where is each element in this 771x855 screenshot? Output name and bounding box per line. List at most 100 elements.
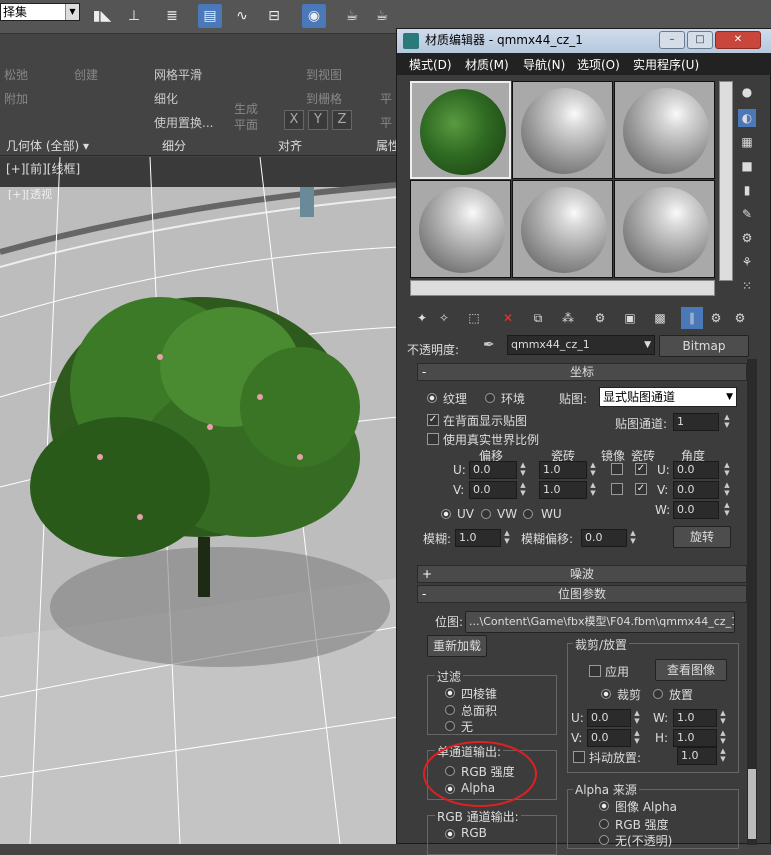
texture-radio[interactable] (427, 393, 437, 403)
material-editor-titlebar[interactable]: 材质编辑器 - qmmx44_cz_1 – □ ✕ (397, 29, 771, 53)
sample-slot-2[interactable] (512, 81, 613, 179)
make-unique-icon[interactable]: ⁂ (557, 307, 579, 329)
crop-w-spinner[interactable]: ▲ ▼ (717, 709, 729, 727)
tessellate-button[interactable]: 细化 (154, 90, 178, 107)
close-button[interactable]: ✕ (715, 31, 761, 49)
v-mirror-checkbox[interactable] (611, 483, 623, 495)
rgb-intensity-source-radio[interactable] (599, 819, 609, 829)
viewport-label[interactable]: [+][前][线框] (6, 160, 80, 177)
crop-u-field[interactable]: 0.0 (587, 709, 631, 727)
summed-area-radio[interactable] (445, 705, 455, 715)
minimize-button[interactable]: – (659, 31, 685, 49)
go-forward-sibling-icon[interactable]: ⚙ (729, 307, 751, 329)
jitter-field[interactable]: 1.0 (677, 747, 717, 765)
use-displacement-button[interactable]: 使用置换... (154, 114, 213, 131)
menu-options[interactable]: 选项(O) (577, 56, 620, 73)
view-image-button[interactable]: 查看图像 (655, 659, 727, 681)
no-filter-radio[interactable] (445, 721, 455, 731)
real-world-checkbox[interactable] (427, 433, 439, 445)
params-scrollbar[interactable] (747, 359, 757, 845)
menu-mode[interactable]: 模式(D) (409, 56, 452, 73)
assign-to-selection-icon[interactable]: ⬚ (463, 307, 485, 329)
bitmap-path-button[interactable]: ...\Content\Game\fbx模型\F04.fbm\qmmx44_cz… (465, 611, 735, 633)
make-preview-icon[interactable]: ✎ (738, 205, 756, 223)
align-y-button[interactable]: Y (308, 110, 328, 130)
flat-button[interactable]: 平 (380, 90, 392, 107)
schematic-view-icon[interactable]: ⊟ (262, 4, 286, 28)
material-navigator-icon[interactable]: ⁙ (738, 277, 756, 295)
w-angle-field[interactable]: 0.0 (673, 501, 719, 519)
uv-tiling-icon[interactable]: ■ (738, 157, 756, 175)
coordinates-rollout[interactable]: - 坐标 (417, 363, 747, 381)
u-angle-spinner[interactable]: ▲ ▼ (721, 461, 733, 479)
maximize-button[interactable]: □ (687, 31, 713, 49)
material-editor-icon[interactable]: ◉ (302, 4, 326, 28)
options-icon[interactable]: ⚙ (738, 229, 756, 247)
flat-button-2[interactable]: 平 (380, 114, 392, 131)
v-angle-field[interactable]: 0.0 (673, 481, 719, 499)
material-id-icon[interactable]: ▣ (619, 307, 641, 329)
scrollbar-thumb[interactable] (748, 769, 756, 839)
relax-button[interactable]: 松弛 (4, 66, 28, 83)
environ-radio[interactable] (485, 393, 495, 403)
v-tiling-spinner[interactable]: ▲ ▼ (587, 481, 599, 499)
apply-checkbox[interactable] (589, 665, 601, 677)
sample-slot-3[interactable] (614, 81, 715, 179)
jitter-checkbox[interactable] (573, 751, 585, 763)
vw-radio[interactable] (481, 509, 491, 519)
v-offset-field[interactable]: 0.0 (469, 481, 517, 499)
scene-explorer-icon[interactable]: ▤ (198, 4, 222, 28)
crop-u-spinner[interactable]: ▲ ▼ (631, 709, 643, 727)
blur-spinner[interactable]: ▲ ▼ (501, 529, 513, 547)
put-to-scene-icon[interactable]: ✧ (433, 307, 455, 329)
menu-utilities[interactable]: 实用程序(U) (633, 56, 699, 73)
image-alpha-radio[interactable] (599, 801, 609, 811)
curve-editor-icon[interactable]: ∿ (230, 4, 254, 28)
create-button[interactable]: 创建 (74, 66, 98, 83)
v-offset-spinner[interactable]: ▲ ▼ (517, 481, 529, 499)
bitmap-params-rollout[interactable]: - 位图参数 (417, 585, 747, 603)
pyramidal-radio[interactable] (445, 688, 455, 698)
u-angle-field[interactable]: 0.0 (673, 461, 719, 479)
slots-vscrollbar[interactable] (719, 81, 733, 281)
to-grid-button[interactable]: 到栅格 (306, 90, 342, 107)
crop-v-field[interactable]: 0.0 (587, 729, 631, 747)
sample-type-icon[interactable]: ● (738, 83, 756, 101)
blur-field[interactable]: 1.0 (455, 529, 501, 547)
crop-v-spinner[interactable]: ▲ ▼ (631, 729, 643, 747)
map-type-button[interactable]: Bitmap (659, 335, 749, 357)
chevron-down-icon[interactable]: ▼ (65, 4, 79, 20)
eyedropper-icon[interactable]: ✒ (483, 337, 495, 353)
crop-h-spinner[interactable]: ▲ ▼ (717, 729, 729, 747)
viewport-label-2[interactable]: [+][透视 (8, 186, 52, 202)
reset-map-icon[interactable]: ✕ (497, 307, 519, 329)
generate-plane-label[interactable]: 生成 (234, 100, 258, 117)
background-icon[interactable]: ▦ (738, 133, 756, 151)
rgb-radio[interactable] (445, 829, 455, 839)
show-map-on-back-checkbox[interactable]: ✓ (427, 414, 439, 426)
menu-navigation[interactable]: 导航(N) (523, 56, 565, 73)
backlight-icon[interactable]: ◐ (738, 109, 756, 127)
sample-slot-6[interactable] (614, 180, 715, 278)
align-z-button[interactable]: Z (332, 110, 352, 130)
selection-set-dropdown[interactable]: 择集 ▼ (0, 3, 80, 21)
align-x-button[interactable]: X (284, 110, 304, 130)
v-angle-spinner[interactable]: ▲ ▼ (721, 481, 733, 499)
mapping-dropdown[interactable]: 显式贴图通道 ▼ (599, 387, 737, 407)
to-view-button[interactable]: 到视图 (306, 66, 342, 83)
blur-offset-spinner[interactable]: ▲ ▼ (627, 529, 639, 547)
show-map-icon[interactable]: ▩ (649, 307, 671, 329)
rotate-button[interactable]: 旋转 (673, 526, 731, 548)
sample-slot-5[interactable] (512, 180, 613, 278)
crop-radio[interactable] (601, 689, 611, 699)
attach-button[interactable]: 附加 (4, 90, 28, 107)
map-channel-field[interactable]: 1 (673, 413, 719, 431)
render-setup-icon[interactable]: ☕ (340, 4, 364, 28)
copy-material-icon[interactable]: ⧉ (527, 307, 549, 329)
w-angle-spinner[interactable]: ▲ ▼ (721, 501, 733, 519)
u-tiling-spinner[interactable]: ▲ ▼ (587, 461, 599, 479)
render-icon[interactable]: ☕ (370, 4, 394, 28)
u-offset-spinner[interactable]: ▲ ▼ (517, 461, 529, 479)
crop-h-field[interactable]: 1.0 (673, 729, 717, 747)
sample-slot-4[interactable] (410, 180, 511, 278)
